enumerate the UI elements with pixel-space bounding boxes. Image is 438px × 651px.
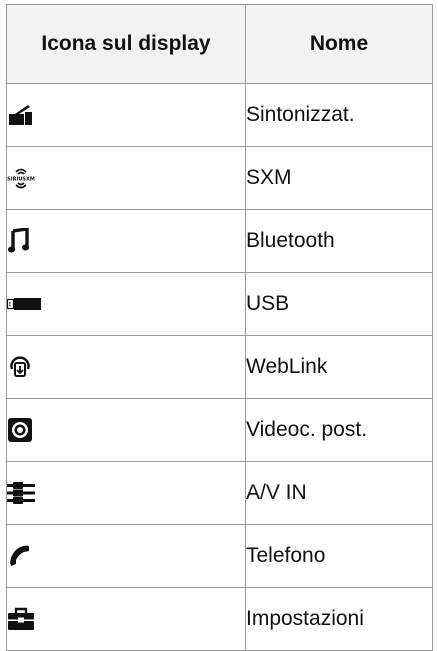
- icon-cell: [6, 335, 246, 399]
- header-icon-column: Icona sul display: [6, 4, 246, 84]
- icon-cell: [6, 461, 246, 525]
- table-row: WebLink: [6, 335, 433, 399]
- tuner-icon: [7, 103, 33, 127]
- table-row: Sintonizzat.: [6, 83, 433, 147]
- name-cell: USB: [245, 272, 433, 336]
- table-header-row: Icona sul display Nome: [6, 4, 433, 84]
- header-name-column: Nome: [245, 4, 433, 84]
- icon-cell: [6, 587, 246, 651]
- svg-text:SIRIUSXM: SIRIUSXM: [7, 177, 35, 183]
- name-cell: Telefono: [245, 524, 433, 588]
- name-cell: Bluetooth: [245, 209, 433, 273]
- name-cell: Videoc. post.: [245, 398, 433, 462]
- usb-icon: [7, 297, 41, 311]
- table-row: SIRIUSXM SXM: [6, 146, 433, 210]
- icon-cell: SIRIUSXM: [6, 146, 246, 210]
- rear-camera-icon: [7, 417, 33, 443]
- weblink-icon: [7, 354, 33, 380]
- icon-cell: [6, 209, 246, 273]
- name-cell: Impostazioni: [245, 587, 433, 651]
- table-row: Bluetooth: [6, 209, 433, 273]
- table-row: USB: [6, 272, 433, 336]
- phone-icon: [7, 544, 31, 568]
- settings-toolbox-icon: [7, 607, 35, 631]
- name-cell: SXM: [245, 146, 433, 210]
- icon-cell: [6, 83, 246, 147]
- icon-cell: [6, 398, 246, 462]
- table-row: A/V IN: [6, 461, 433, 525]
- name-cell: A/V IN: [245, 461, 433, 525]
- table-row: Impostazioni: [6, 587, 433, 651]
- name-cell: Sintonizzat.: [245, 83, 433, 147]
- icon-cell: [6, 524, 246, 588]
- table-row: Telefono: [6, 524, 433, 588]
- icon-cell: [6, 272, 246, 336]
- table-row: Videoc. post.: [6, 398, 433, 462]
- name-cell: WebLink: [245, 335, 433, 399]
- sxm-icon: SIRIUSXM: [7, 165, 35, 191]
- bluetooth-music-icon: [7, 228, 29, 254]
- source-icons-table: Icona sul display Nome Sintonizzat. SIRI…: [6, 4, 433, 651]
- av-in-icon: [7, 482, 35, 505]
